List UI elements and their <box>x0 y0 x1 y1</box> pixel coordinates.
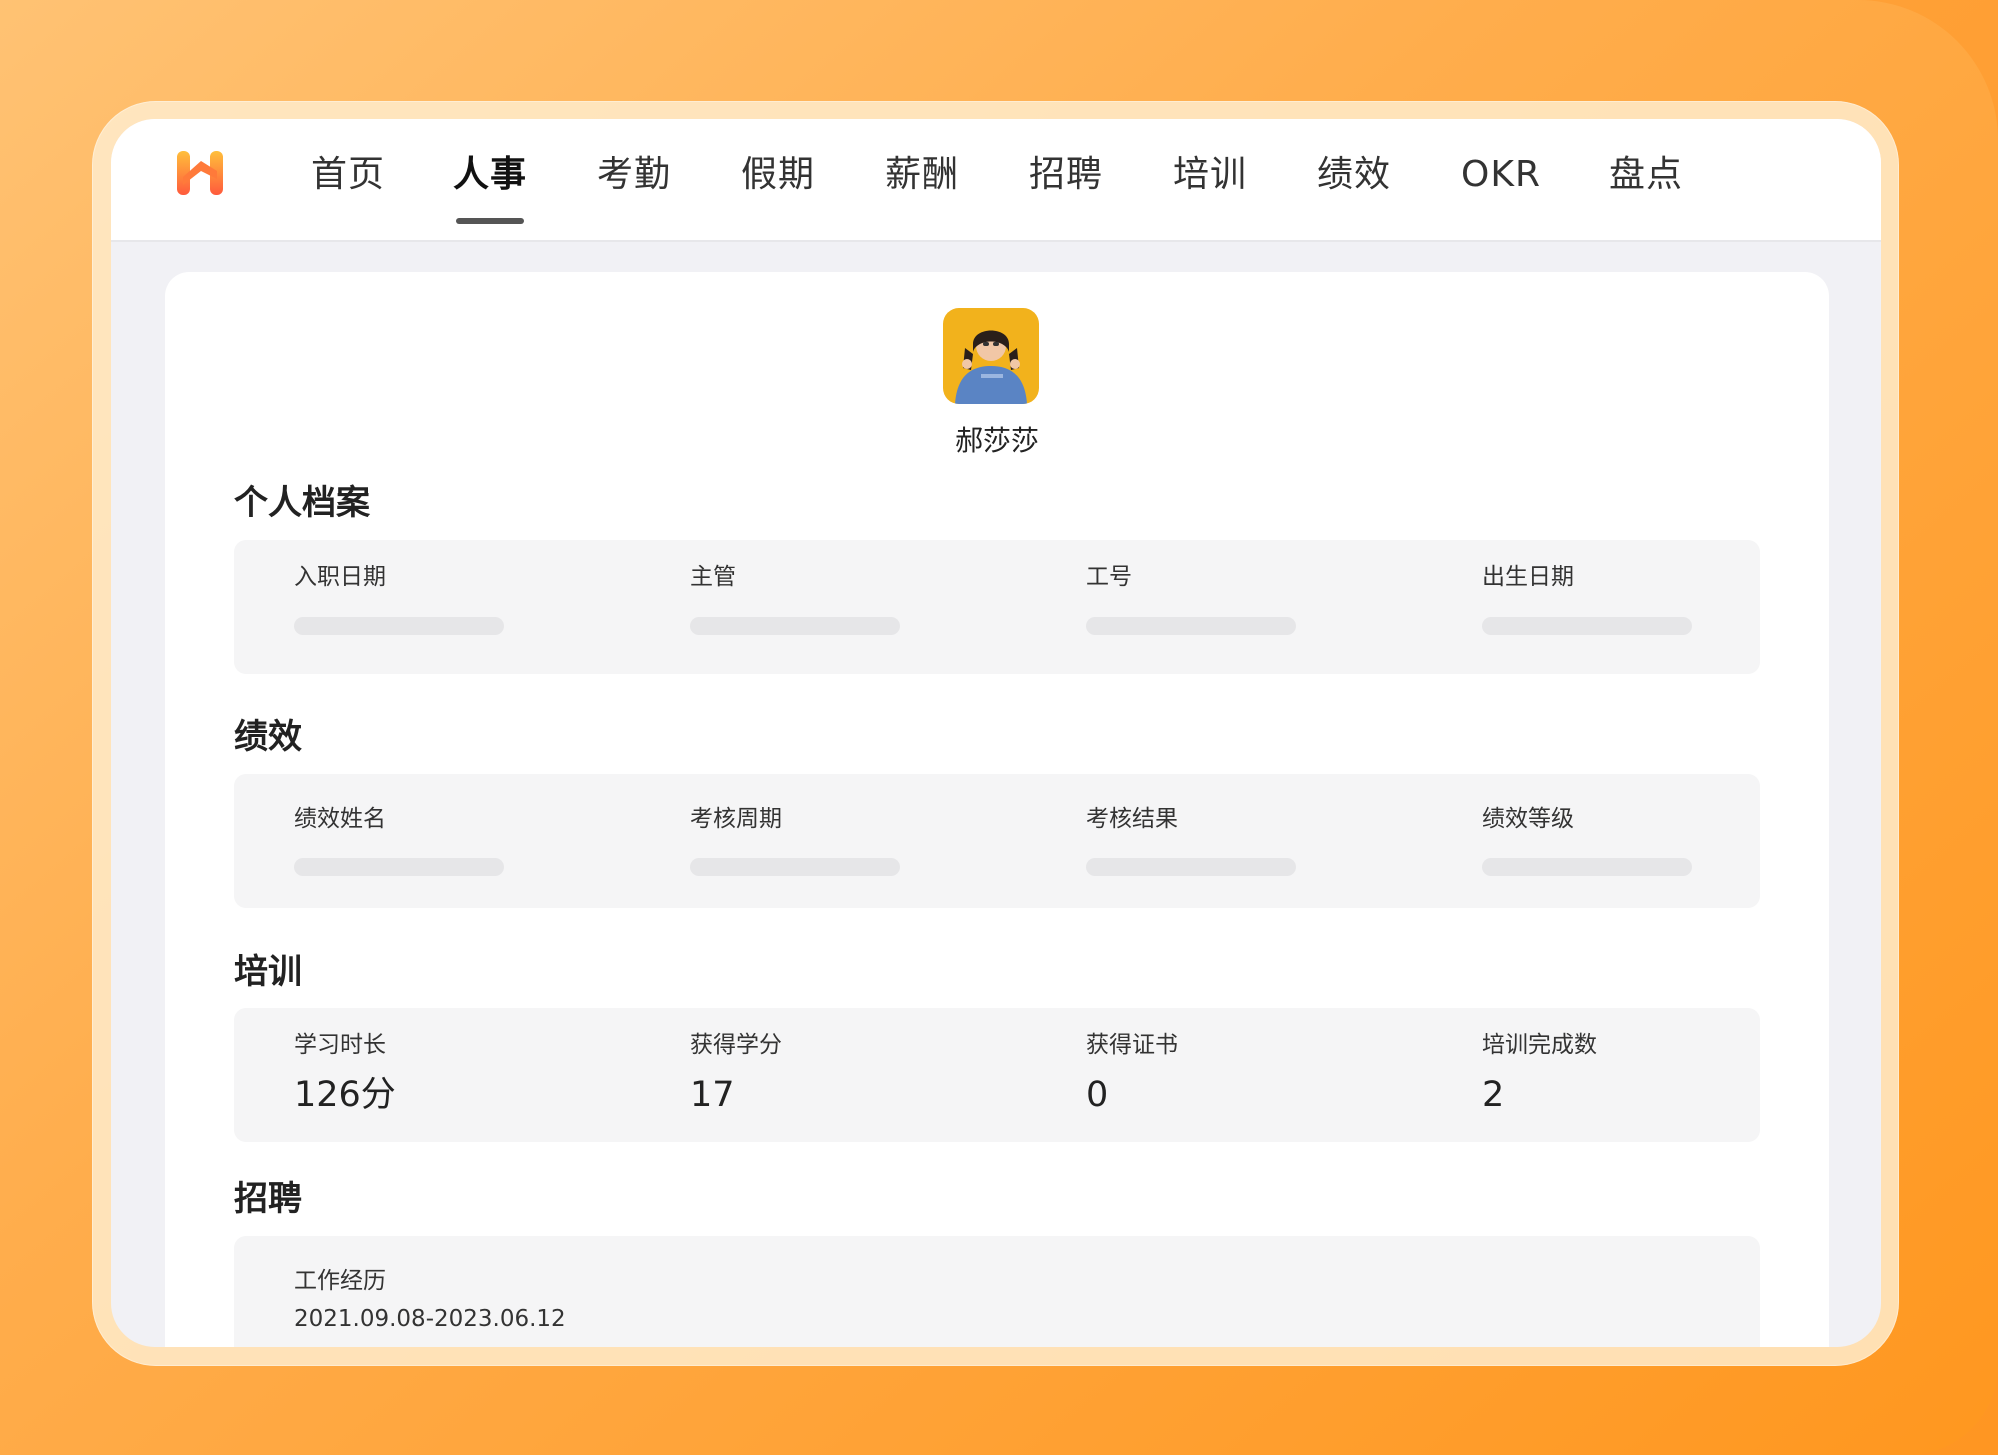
profile-card: 郝莎莎 个人档案 入职日期 主管 工号 出生日期 绩效 绩效姓名 考核周期 考核… <box>165 272 1829 1347</box>
tab-training[interactable]: 培训 <box>1173 147 1247 203</box>
h-logo-icon[interactable] <box>175 147 225 199</box>
field-label: 考核结果 <box>1086 806 1178 832</box>
loading-placeholder <box>1086 617 1296 635</box>
section-title-performance: 绩效 <box>234 717 302 757</box>
field-performance-name: 绩效姓名 <box>294 774 654 908</box>
loading-placeholder <box>690 617 900 635</box>
performance-panel: 绩效姓名 考核周期 考核结果 绩效等级 <box>234 774 1760 908</box>
tab-performance[interactable]: 绩效 <box>1317 147 1391 203</box>
loading-placeholder <box>294 858 504 876</box>
field-employee-id: 工号 <box>1086 540 1446 674</box>
tab-holiday[interactable]: 假期 <box>741 147 815 203</box>
field-label: 绩效等级 <box>1482 806 1574 832</box>
field-label: 学习时长 <box>294 1032 386 1058</box>
loading-placeholder <box>1482 617 1692 635</box>
loading-placeholder <box>1086 858 1296 876</box>
field-certificates-earned: 获得证书 0 <box>1086 1008 1446 1142</box>
work-experience-dates: 2021.09.08-2023.06.12 <box>294 1306 566 1332</box>
app-window: 首页 人事 考勤 假期 薪酬 招聘 培训 绩效 OKR 盘点 郝莎莎 个人档案 … <box>111 119 1881 1347</box>
field-label: 获得学分 <box>690 1032 782 1058</box>
field-review-result: 考核结果 <box>1086 774 1446 908</box>
field-label: 工号 <box>1086 564 1132 590</box>
field-birth-date: 出生日期 <box>1482 540 1842 674</box>
field-hire-date: 入职日期 <box>294 540 654 674</box>
user-avatar-photo[interactable] <box>943 308 1039 404</box>
field-trainings-completed: 培训完成数 2 <box>1482 1008 1842 1142</box>
loading-placeholder <box>294 617 504 635</box>
section-title-recruiting: 招聘 <box>234 1179 302 1219</box>
field-label: 入职日期 <box>294 564 386 590</box>
field-credits-earned: 获得学分 17 <box>690 1008 1050 1142</box>
work-experience-label: 工作经历 <box>294 1268 386 1294</box>
field-value: 126分 <box>294 1075 396 1115</box>
training-panel: 学习时长 126分 获得学分 17 获得证书 0 培训完成数 2 <box>234 1008 1760 1142</box>
field-label: 获得证书 <box>1086 1032 1178 1058</box>
user-name: 郝莎莎 <box>954 424 1039 457</box>
field-value: 0 <box>1086 1075 1109 1115</box>
active-tab-indicator <box>456 218 524 224</box>
field-value: 17 <box>690 1075 735 1115</box>
loading-placeholder <box>690 858 900 876</box>
section-title-training: 培训 <box>234 952 302 992</box>
section-title-personal-profile: 个人档案 <box>234 483 370 523</box>
field-performance-grade: 绩效等级 <box>1482 774 1842 908</box>
field-label: 培训完成数 <box>1482 1032 1597 1058</box>
field-study-duration: 学习时长 126分 <box>294 1008 654 1142</box>
tab-recruiting[interactable]: 招聘 <box>1029 147 1103 203</box>
field-supervisor: 主管 <box>690 540 1050 674</box>
tab-personnel[interactable]: 人事 <box>453 147 527 203</box>
field-review-period: 考核周期 <box>690 774 1050 908</box>
field-label: 主管 <box>690 564 736 590</box>
field-value: 2 <box>1482 1075 1505 1115</box>
loading-placeholder <box>1482 858 1692 876</box>
tab-compensation[interactable]: 薪酬 <box>885 147 959 203</box>
tab-okr[interactable]: OKR <box>1461 147 1541 203</box>
tab-attendance[interactable]: 考勤 <box>597 147 671 203</box>
field-label: 考核周期 <box>690 806 782 832</box>
personal-profile-panel: 入职日期 主管 工号 出生日期 <box>234 540 1760 674</box>
tab-inventory[interactable]: 盘点 <box>1609 147 1683 203</box>
recruiting-panel: 工作经历 2021.09.08-2023.06.12 <box>234 1236 1760 1347</box>
field-label: 出生日期 <box>1482 564 1574 590</box>
field-label: 绩效姓名 <box>294 806 386 832</box>
top-navigation-bar: 首页 人事 考勤 假期 薪酬 招聘 培训 绩效 OKR 盘点 <box>111 119 1881 242</box>
tab-home[interactable]: 首页 <box>311 147 385 203</box>
